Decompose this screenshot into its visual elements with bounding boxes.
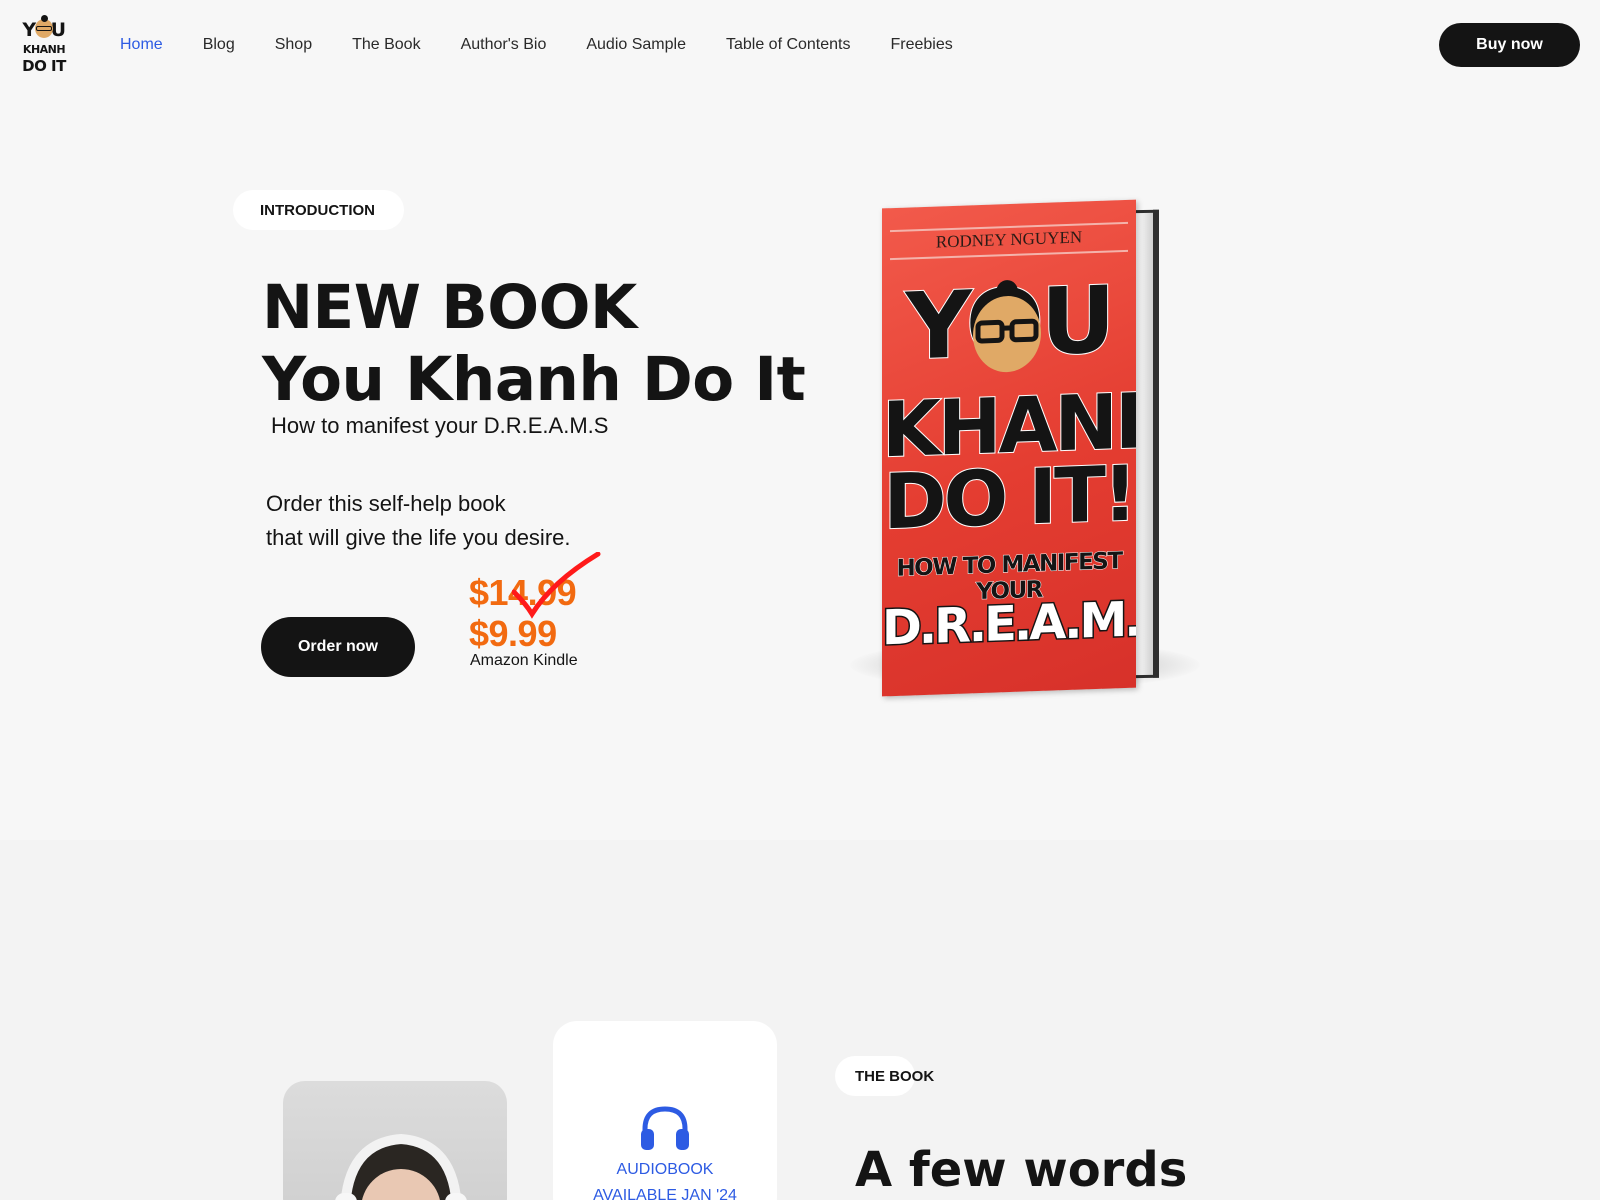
headphones-icon bbox=[641, 1106, 689, 1150]
logo-line-khanh: KHANH bbox=[22, 43, 66, 56]
logo-glasses-icon bbox=[36, 26, 52, 31]
listener-photo bbox=[283, 1081, 507, 1200]
hero-title-line1: NEW BOOK bbox=[262, 272, 637, 343]
nav-blog[interactable]: Blog bbox=[203, 34, 235, 56]
hero-desc-line2: that will give the life you desire. bbox=[266, 525, 571, 550]
listener-illustration bbox=[335, 1133, 467, 1200]
buy-now-button[interactable]: Buy now bbox=[1439, 23, 1580, 67]
nav-audio-sample[interactable]: Audio Sample bbox=[586, 34, 686, 56]
nav-the-book[interactable]: The Book bbox=[352, 34, 420, 56]
nav-table-of-contents[interactable]: Table of Contents bbox=[726, 34, 851, 56]
book-section bbox=[0, 840, 1600, 1200]
cover-face-icon bbox=[973, 280, 1041, 373]
audiobook-card[interactable]: AUDIOBOOK AVAILABLE JAN '24 bbox=[553, 1021, 777, 1200]
the-book-pill: THE BOOK bbox=[835, 1056, 934, 1096]
price-note: Amazon Kindle bbox=[470, 652, 578, 669]
cover-dreams: D.R.E.A.M.S bbox=[882, 589, 1136, 658]
hero-title-line2: You Khanh Do It bbox=[262, 344, 806, 415]
book-cover: RODNEY NGUYEN YOU KHANH DO IT! HOW TO MA… bbox=[882, 199, 1136, 697]
hero-title: NEW BOOK You Khanh Do It bbox=[262, 272, 806, 416]
hero-desc-line1: Order this self-help book bbox=[266, 491, 506, 516]
nav-home[interactable]: Home bbox=[120, 34, 163, 56]
audiobook-label: AUDIOBOOK bbox=[616, 1161, 714, 1178]
strike-mark-icon bbox=[512, 552, 601, 619]
section-heading: A few words bbox=[855, 1142, 1188, 1198]
site-header: YOU KHANH DO IT Home Blog Shop The Book … bbox=[0, 0, 1600, 90]
hero-subtitle: How to manifest your D.R.E.A.M.S bbox=[271, 413, 609, 438]
order-now-button[interactable]: Order now bbox=[261, 617, 415, 677]
logo-line-doit: DO IT bbox=[22, 57, 66, 75]
site-logo[interactable]: YOU KHANH DO IT bbox=[18, 14, 70, 78]
new-price: $9.99 bbox=[469, 613, 557, 654]
cover-title-doit: DO IT! bbox=[883, 448, 1136, 548]
nav-freebies[interactable]: Freebies bbox=[891, 34, 953, 56]
main-nav: Home Blog Shop The Book Author's Bio Aud… bbox=[120, 34, 993, 56]
logo-hair-icon bbox=[41, 15, 48, 22]
hero-description: Order this self-help book that will give… bbox=[266, 487, 571, 555]
nav-authors-bio[interactable]: Author's Bio bbox=[461, 34, 547, 56]
nav-shop[interactable]: Shop bbox=[275, 34, 312, 56]
introduction-pill: INTRODUCTION bbox=[233, 190, 404, 230]
audiobook-availability: AVAILABLE JAN '24 bbox=[593, 1187, 737, 1200]
book-image: RODNEY NGUYEN YOU KHANH DO IT! HOW TO MA… bbox=[840, 199, 1210, 700]
